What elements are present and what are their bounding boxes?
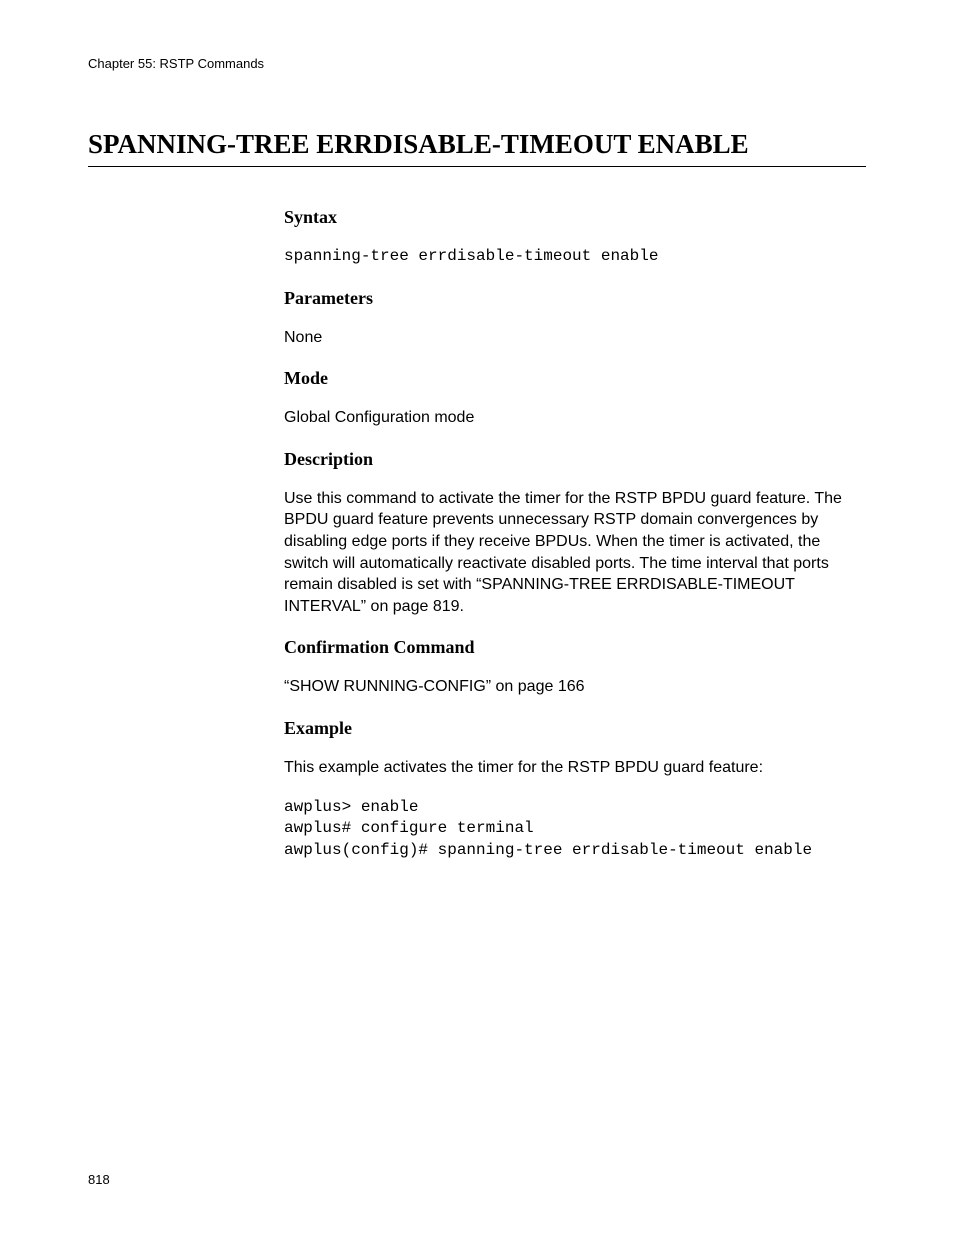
syntax-command: spanning-tree errdisable-timeout enable — [284, 246, 866, 268]
description-heading: Description — [284, 449, 866, 470]
example-code: awplus> enable awplus# configure termina… — [284, 797, 866, 862]
content-body: Syntax spanning-tree errdisable-timeout … — [284, 207, 866, 861]
page-title: SPANNING-TREE ERRDISABLE-TIMEOUT ENABLE — [88, 129, 866, 167]
page-number: 818 — [88, 1172, 110, 1187]
mode-heading: Mode — [284, 368, 866, 389]
confirmation-text: “SHOW RUNNING-CONFIG” on page 166 — [284, 676, 866, 698]
chapter-header: Chapter 55: RSTP Commands — [88, 56, 866, 71]
parameters-text: None — [284, 327, 866, 349]
confirmation-heading: Confirmation Command — [284, 637, 866, 658]
example-heading: Example — [284, 718, 866, 739]
parameters-heading: Parameters — [284, 288, 866, 309]
mode-text: Global Configuration mode — [284, 407, 866, 429]
example-intro: This example activates the timer for the… — [284, 757, 866, 779]
description-text: Use this command to activate the timer f… — [284, 488, 866, 618]
syntax-heading: Syntax — [284, 207, 866, 228]
